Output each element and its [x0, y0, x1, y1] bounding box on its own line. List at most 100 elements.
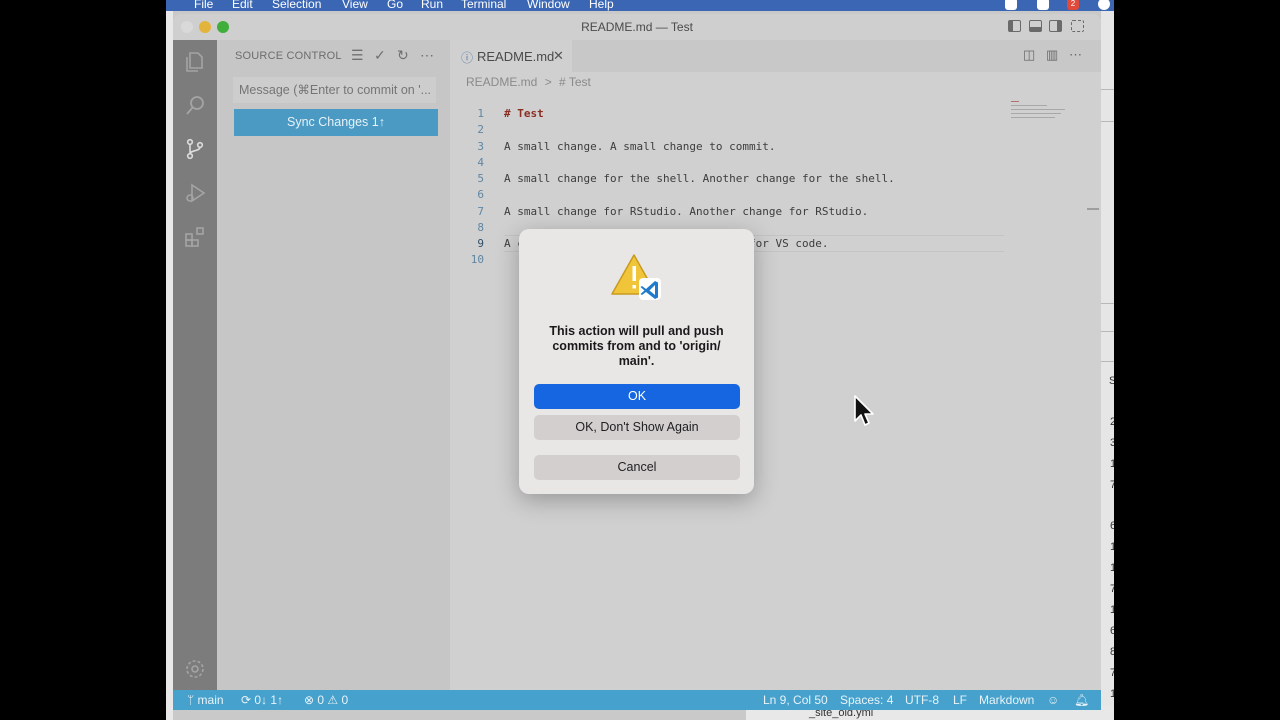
warning-count: 0 — [341, 693, 349, 707]
background-number: 1 — [1110, 562, 1114, 574]
search-icon[interactable] — [183, 94, 207, 118]
status-bar: ᛘ main ⟳ 0↓ 1↑ ⊗ 0 ⚠ 0 Ln 9, Col 50 Spac… — [173, 690, 1101, 710]
sync-counts: 0↓ 1↑ — [254, 693, 284, 707]
menu-window[interactable]: Window — [527, 0, 570, 11]
tab-readme[interactable]: ⓘ README.md ✕ — [450, 40, 572, 72]
menu-help[interactable]: Help — [589, 0, 614, 11]
toggle-sidebar-icon[interactable] — [1008, 20, 1021, 32]
error-icon: ⊗ — [304, 693, 318, 707]
cancel-button[interactable]: Cancel — [534, 455, 740, 480]
toggle-panel-icon[interactable] — [1029, 20, 1042, 32]
code-line[interactable]: A small change. A small change to commit… — [504, 140, 776, 153]
tab-label: README.md — [477, 49, 555, 64]
refresh-icon[interactable]: ↻ — [397, 47, 409, 64]
background-number: 3 — [1110, 437, 1114, 449]
menu-go[interactable]: Go — [387, 0, 403, 11]
scrollbar-marker[interactable] — [1087, 208, 1099, 210]
ok-dont-show-again-button[interactable]: OK, Don't Show Again — [534, 415, 740, 440]
dialog-message: This action will pull and push commits f… — [549, 324, 724, 368]
commit-message-input[interactable] — [233, 77, 436, 103]
background-number: 7 — [1110, 479, 1114, 491]
breadcrumb-file[interactable]: README.md — [466, 75, 537, 89]
encoding[interactable]: UTF-8 — [905, 693, 939, 707]
line-number: 8 — [477, 221, 484, 234]
commit-check-icon[interactable]: ✓ — [374, 47, 386, 64]
tray-record-icon[interactable] — [1005, 0, 1017, 10]
sync-icon: ⟳ — [241, 693, 255, 707]
background-window-left — [166, 11, 173, 720]
ok-button[interactable]: OK — [534, 384, 740, 409]
background-number: 7 — [1110, 667, 1114, 679]
source-control-icon[interactable] — [183, 137, 207, 161]
title-bar: README.md — Test — [173, 14, 1101, 40]
run-debug-icon[interactable] — [183, 181, 207, 205]
line-number: 10 — [470, 253, 484, 266]
explorer-icon[interactable] — [183, 50, 207, 74]
close-tab-icon[interactable]: ✕ — [553, 48, 564, 64]
line-number: 6 — [477, 188, 484, 201]
line-number: 5 — [477, 172, 484, 185]
line-number: 7 — [477, 205, 484, 218]
toggle-secondary-sidebar-icon[interactable] — [1049, 20, 1062, 32]
info-file-icon: ⓘ — [461, 51, 474, 65]
manage-gear-icon[interactable] — [183, 657, 207, 681]
tab-bar: ⓘ README.md ✕ ◫ ▥ ⋯ — [450, 40, 1101, 72]
line-number: 4 — [477, 156, 484, 169]
feedback-icon[interactable]: ☺ — [1047, 693, 1059, 707]
mac-menubar: File Edit Selection View Go Run Terminal… — [166, 0, 1114, 11]
sync-changes-button[interactable]: Sync Changes 1↑ — [234, 109, 438, 136]
window-title: README.md — Test — [581, 20, 693, 34]
menu-run[interactable]: Run — [421, 0, 443, 11]
tray-app-icon[interactable] — [1037, 0, 1049, 10]
sync-label: Sync Changes 1↑ — [287, 115, 385, 129]
split-editor-icon[interactable]: ▥ — [1046, 47, 1060, 62]
cursor-position[interactable]: Ln 9, Col 50 — [763, 693, 828, 707]
code-line[interactable]: # Test — [504, 107, 544, 120]
problems-indicator[interactable]: ⊗ 0 ⚠ 0 — [304, 693, 348, 707]
screen: File Edit Selection View Go Run Terminal… — [166, 0, 1114, 720]
extensions-icon[interactable] — [183, 225, 207, 249]
menu-edit[interactable]: Edit — [232, 0, 253, 11]
menu-file[interactable]: File — [194, 0, 213, 11]
line-number: 1 — [477, 107, 484, 120]
tray-badge[interactable]: 2 — [1067, 0, 1079, 10]
mouse-pointer-icon — [854, 395, 874, 426]
background-number: 8 — [1110, 646, 1114, 658]
menu-terminal[interactable]: Terminal — [461, 0, 506, 11]
warning-icon: ⚠ — [324, 693, 342, 707]
background-number: 7 — [1110, 583, 1114, 595]
breadcrumb-heading[interactable]: # Test — [559, 75, 591, 89]
menu-selection[interactable]: Selection — [272, 0, 321, 11]
open-preview-icon[interactable]: ◫ — [1023, 47, 1037, 62]
view-as-tree-icon[interactable]: ☰ — [351, 47, 364, 64]
background-number: 1 — [1110, 458, 1114, 470]
background-number: 1 — [1110, 688, 1114, 700]
line-number: 9 — [477, 237, 484, 250]
line-number: 2 — [477, 123, 484, 136]
background-number: 2 — [1110, 416, 1114, 428]
source-control-panel: SOURCE CONTROL ☰ ✓ ↻ ⋯ Sync Changes 1↑ — [217, 40, 450, 690]
customize-layout-icon[interactable] — [1071, 20, 1084, 32]
more-actions-icon[interactable]: ⋯ — [420, 47, 434, 64]
background-letter: S — [1109, 375, 1114, 387]
editor-more-icon[interactable]: ⋯ — [1069, 47, 1083, 62]
branch-icon: ᛘ — [187, 693, 198, 707]
background-number: 6 — [1110, 520, 1114, 532]
indentation[interactable]: Spaces: 4 — [840, 693, 893, 707]
breadcrumb: README.md > # Test — [466, 75, 595, 89]
breadcrumb-separator: > — [544, 75, 552, 89]
minimap[interactable] — [1011, 100, 1087, 122]
language-mode[interactable]: Markdown — [979, 693, 1034, 707]
branch-indicator[interactable]: ᛘ main — [187, 693, 224, 707]
notifications-bell-icon[interactable]: 🔔︎ — [1074, 693, 1089, 707]
menu-view[interactable]: View — [342, 0, 368, 11]
background-number: 1 — [1110, 604, 1114, 616]
sync-indicator[interactable]: ⟳ 0↓ 1↑ — [241, 693, 283, 707]
code-line[interactable]: A small change for the shell. Another ch… — [504, 172, 895, 185]
panel-title: SOURCE CONTROL — [235, 50, 342, 62]
background-number: 6 — [1110, 625, 1114, 637]
line-ending[interactable]: LF — [953, 693, 967, 707]
tray-play-icon[interactable] — [1098, 0, 1110, 10]
code-line[interactable]: A small change for RStudio. Another chan… — [504, 205, 868, 218]
vscode-warning-icon — [610, 252, 664, 304]
